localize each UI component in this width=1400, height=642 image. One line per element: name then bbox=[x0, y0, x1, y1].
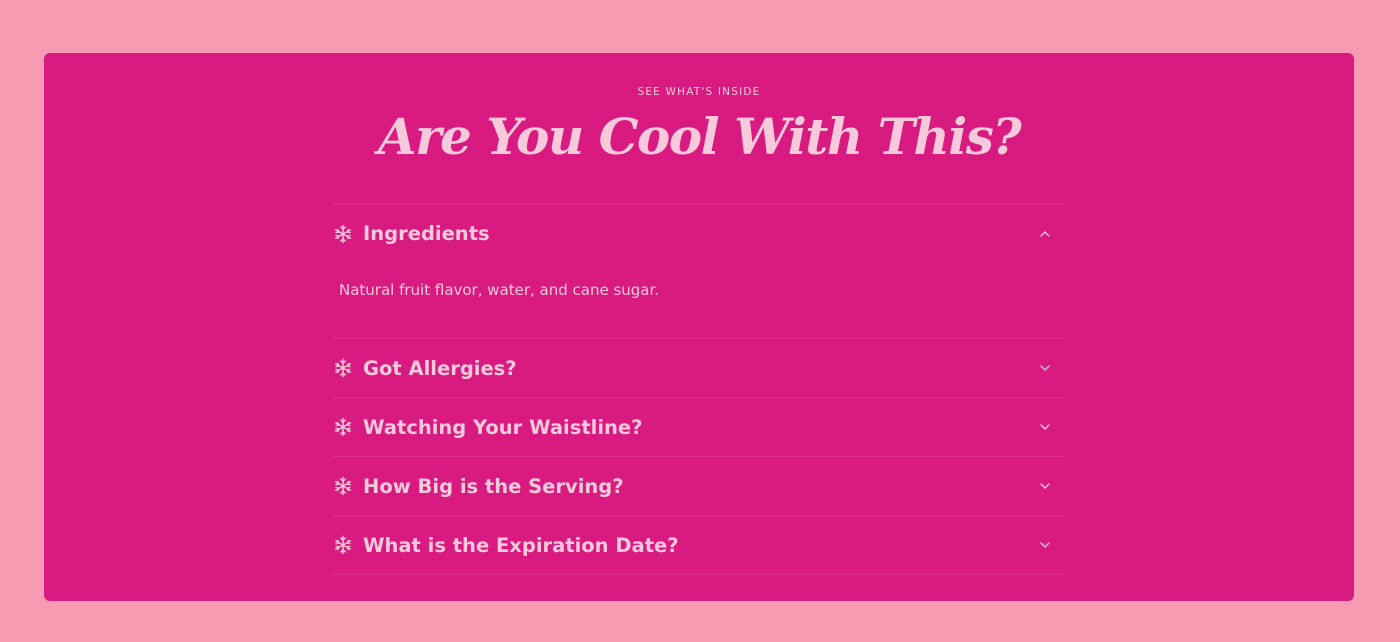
faq-item-waistline: Watching Your Waistline? bbox=[333, 397, 1064, 456]
faq-toggle-allergies[interactable]: Got Allergies? bbox=[333, 339, 1064, 397]
chevron-down-icon bbox=[1039, 480, 1051, 492]
faq-question: Watching Your Waistline? bbox=[363, 415, 643, 439]
faq-answer: Natural fruit flavor, water, and cane su… bbox=[339, 281, 660, 299]
faq-item-expiration: What is the Expiration Date? bbox=[333, 515, 1064, 575]
faq-section: SEE WHAT'S INSIDE Are You Cool With This… bbox=[44, 53, 1354, 601]
faq-question: Ingredients bbox=[363, 222, 490, 245]
faq-toggle-ingredients[interactable]: Ingredients bbox=[333, 205, 1064, 262]
snowflake-icon bbox=[333, 417, 353, 437]
faq-question: How Big is the Serving? bbox=[363, 474, 624, 498]
faq-question: What is the Expiration Date? bbox=[363, 533, 679, 557]
faq-question: Got Allergies? bbox=[363, 356, 517, 380]
faq-item-serving: How Big is the Serving? bbox=[333, 456, 1064, 515]
snowflake-icon bbox=[333, 358, 353, 378]
faq-toggle-serving[interactable]: How Big is the Serving? bbox=[333, 457, 1064, 515]
faq-toggle-expiration[interactable]: What is the Expiration Date? bbox=[333, 516, 1064, 574]
snowflake-icon bbox=[333, 476, 353, 496]
snowflake-icon bbox=[333, 224, 353, 244]
section-title: Are You Cool With This? bbox=[377, 107, 1022, 166]
faq-item-allergies: Got Allergies? bbox=[333, 338, 1064, 397]
snowflake-icon bbox=[333, 535, 353, 555]
chevron-down-icon bbox=[1039, 539, 1051, 551]
faq-item-ingredients: Ingredients Natural fruit flavor, water,… bbox=[333, 204, 1064, 338]
section-eyebrow: SEE WHAT'S INSIDE bbox=[637, 86, 761, 98]
faq-accordion: Ingredients Natural fruit flavor, water,… bbox=[333, 204, 1064, 575]
faq-toggle-waistline[interactable]: Watching Your Waistline? bbox=[333, 398, 1064, 456]
chevron-down-icon bbox=[1039, 362, 1051, 374]
chevron-down-icon bbox=[1039, 421, 1051, 433]
chevron-up-icon bbox=[1039, 228, 1051, 240]
